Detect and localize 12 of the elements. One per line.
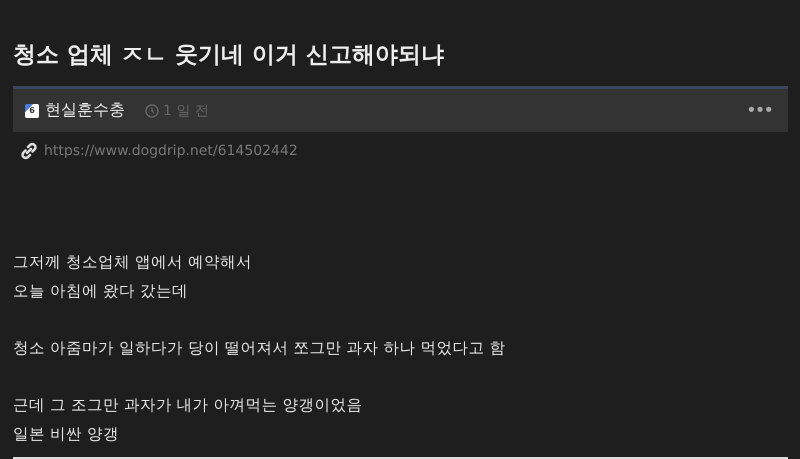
link-icon: [20, 142, 38, 160]
body-text: 일본 비싼 양갱: [13, 424, 119, 445]
post-link[interactable]: https://www.dogdrip.net/614502442: [44, 143, 298, 159]
body-text: 청소 아줌마가 일하다가 당이 떨어져서 쪼그만 과자 하나 먹었다고 함: [13, 338, 506, 359]
level-badge: 6: [25, 104, 39, 118]
author-name[interactable]: 현실훈수충: [45, 100, 125, 121]
body-text: 그저께 청소업체 앱에서 예약해서: [13, 252, 252, 273]
body-text: 오늘 아침에 왔다 갔는데: [13, 281, 188, 302]
clock-icon: [145, 104, 159, 118]
more-button[interactable]: •••: [742, 100, 776, 121]
body-text: 근데 그 조그만 과자가 내가 아껴먹는 양갱이었음: [13, 395, 363, 416]
post-title: 청소 업체 ㅈㄴ 웃기네 이거 신고해야되냐: [12, 41, 444, 70]
